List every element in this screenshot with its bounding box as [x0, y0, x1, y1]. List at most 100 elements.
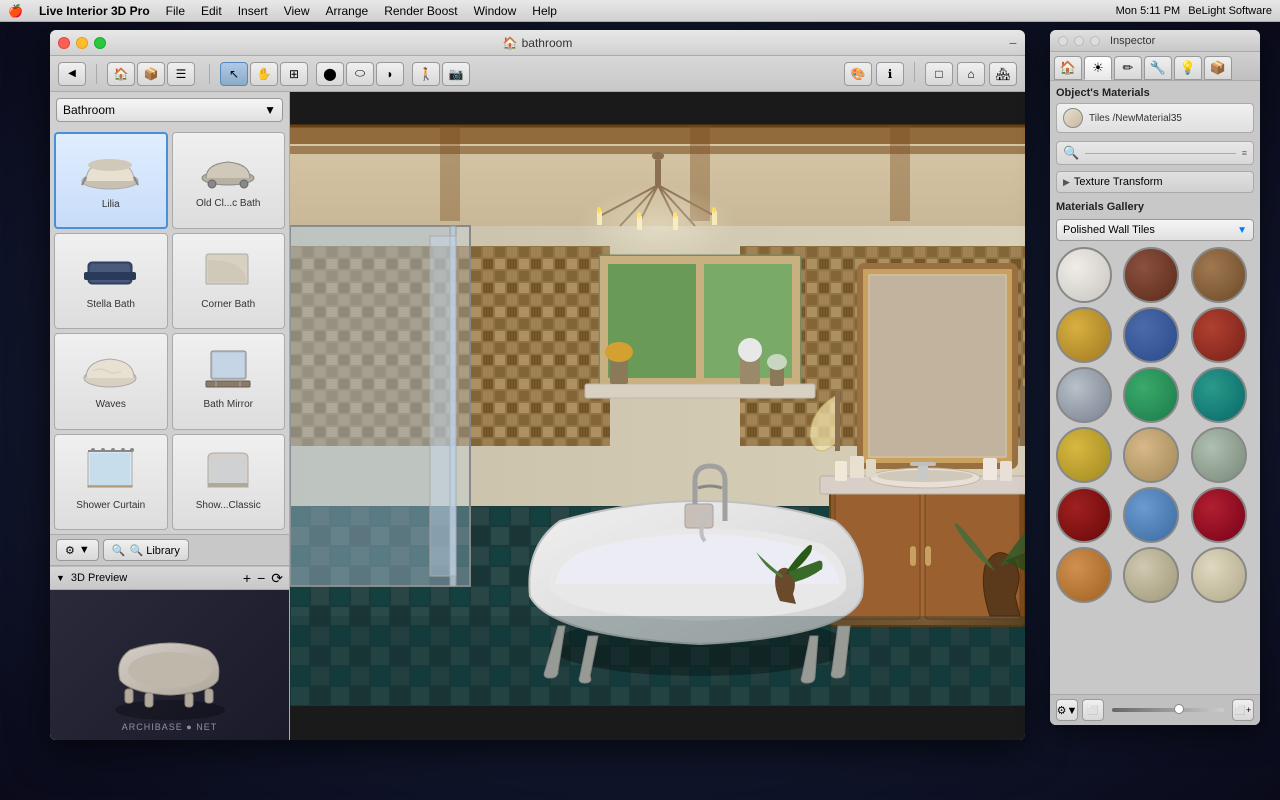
- swatch-15[interactable]: [1191, 487, 1247, 543]
- zoom-in-btn[interactable]: +: [243, 570, 251, 587]
- toolbar-pan-btn[interactable]: ✋: [250, 62, 278, 86]
- item-show-classic[interactable]: Show...Classic: [172, 434, 286, 531]
- inspector-tab-box[interactable]: 📦: [1204, 56, 1232, 80]
- minimize-button[interactable]: [76, 37, 88, 49]
- toolbar-2d-btn[interactable]: □: [925, 62, 953, 86]
- library-btn[interactable]: 🔍 🔍 Library: [103, 539, 189, 561]
- inspector-settings-btn[interactable]: ⚙▼: [1056, 699, 1078, 721]
- app-name[interactable]: Live Interior 3D Pro: [39, 4, 150, 18]
- left-panel-bottom: ⚙ ▼ 🔍 🔍 Library: [50, 534, 289, 565]
- item-lilia[interactable]: Lilia: [54, 132, 168, 229]
- inspector-expand-btn[interactable]: ⬜+: [1232, 699, 1254, 721]
- close-button[interactable]: [58, 37, 70, 49]
- more-options-btn[interactable]: ≡: [1240, 146, 1249, 160]
- swatch-10[interactable]: [1056, 427, 1112, 483]
- swatch-14[interactable]: [1123, 487, 1179, 543]
- preview-header[interactable]: ▼ 3D Preview + − ⟳: [50, 566, 289, 590]
- toolbar-select-btn[interactable]: ↖: [220, 62, 248, 86]
- toolbar-obj-btn[interactable]: 📦: [137, 62, 165, 86]
- toolbar-render-btn[interactable]: 🎨: [844, 62, 872, 86]
- item-shower-curtain-thumbnail: [76, 441, 146, 496]
- zoom-out-btn[interactable]: −: [257, 570, 265, 587]
- item-show-classic-thumbnail: [193, 441, 263, 496]
- swatch-6[interactable]: [1191, 307, 1247, 363]
- swatch-16[interactable]: [1056, 547, 1112, 603]
- swatch-1[interactable]: [1056, 247, 1112, 303]
- toolbar-draw-group: ⬤ ⬭ ◗: [316, 62, 404, 86]
- inspector-tab-settings[interactable]: 🔧: [1144, 56, 1172, 80]
- menubar: 🍎 Live Interior 3D Pro File Edit Insert …: [0, 0, 1280, 22]
- main-3d-view[interactable]: [290, 92, 1025, 740]
- item-corner-bath[interactable]: Corner Bath: [172, 233, 286, 330]
- swatch-3[interactable]: [1191, 247, 1247, 303]
- inspector-panel: Inspector 🏠 ☀ ✏ 🔧 💡 📦 Object's Materials…: [1050, 30, 1260, 725]
- inspector-tab-material[interactable]: ☀: [1084, 56, 1112, 80]
- menu-renderbost[interactable]: Render Boost: [384, 4, 457, 18]
- toolbar-oval-btn[interactable]: ⬭: [346, 62, 374, 86]
- inspector-close[interactable]: [1058, 36, 1068, 46]
- settings-btn[interactable]: ⚙ ▼: [56, 539, 99, 561]
- texture-transform[interactable]: ▶ Texture Transform: [1056, 171, 1254, 193]
- swatch-13[interactable]: [1056, 487, 1112, 543]
- menu-edit[interactable]: Edit: [201, 4, 222, 18]
- toolbar-3d-btn[interactable]: 🏘: [989, 62, 1017, 86]
- inspector-thumbnail-btn[interactable]: ⬜: [1082, 699, 1104, 721]
- toolbar-half-btn[interactable]: ◗: [376, 62, 404, 86]
- gallery-dropdown[interactable]: Polished Wall Tiles ▼: [1056, 219, 1254, 241]
- inspector-min[interactable]: [1074, 36, 1084, 46]
- menu-arrange[interactable]: Arrange: [326, 4, 369, 18]
- material-current[interactable]: Tiles /NewMaterial35: [1056, 103, 1254, 133]
- toolbar: ◀ 🏠 📦 ☰ ↖ ✋ ⊞ ⬤ ⬭ ◗ 🚶 📷 🎨 ℹ □ ⌂ 🏘: [50, 56, 1025, 92]
- inspector-tab-light[interactable]: 💡: [1174, 56, 1202, 80]
- menu-window[interactable]: Window: [474, 4, 517, 18]
- item-bath-mirror[interactable]: Bath Mirror: [172, 333, 286, 430]
- window-resize-btn[interactable]: −: [1009, 35, 1017, 51]
- toolbar-iso-btn[interactable]: ⌂: [957, 62, 985, 86]
- swatch-12[interactable]: [1191, 427, 1247, 483]
- maximize-button[interactable]: [94, 37, 106, 49]
- menubar-right: Mon 5:11 PM BeLight Software: [1116, 5, 1272, 17]
- reset-view-btn[interactable]: ⟳: [271, 570, 283, 587]
- inspector-tab-edit[interactable]: ✏: [1114, 56, 1142, 80]
- menu-file[interactable]: File: [166, 4, 185, 18]
- window-title-icon: 🏠: [503, 36, 518, 50]
- toolbar-right: 🎨 ℹ □ ⌂ 🏘: [844, 62, 1017, 86]
- eyedropper-icon[interactable]: 🔍: [1061, 143, 1081, 163]
- inspector-tab-home[interactable]: 🏠: [1054, 56, 1082, 80]
- menu-view[interactable]: View: [284, 4, 310, 18]
- swatch-4[interactable]: [1056, 307, 1112, 363]
- item-waves[interactable]: Waves: [54, 333, 168, 430]
- swatch-5[interactable]: [1123, 307, 1179, 363]
- swatch-8[interactable]: [1123, 367, 1179, 423]
- toolbar-floor-btn[interactable]: 🏠: [107, 62, 135, 86]
- main-window: 🏠 bathroom − ◀ 🏠 📦 ☰ ↖ ✋ ⊞ ⬤ ⬭ ◗ 🚶 📷 🎨: [50, 30, 1025, 740]
- swatch-2[interactable]: [1123, 247, 1179, 303]
- apple-menu[interactable]: 🍎: [8, 4, 23, 18]
- menu-insert[interactable]: Insert: [238, 4, 268, 18]
- swatch-17[interactable]: [1123, 547, 1179, 603]
- item-old-bath[interactable]: Old Cl...c Bath: [172, 132, 286, 229]
- left-panel: Bathroom ▼ Lilia: [50, 92, 290, 740]
- toolbar-circle-btn[interactable]: ⬤: [316, 62, 344, 86]
- menu-help[interactable]: Help: [532, 4, 557, 18]
- gallery-grid: [1056, 247, 1254, 603]
- swatch-7[interactable]: [1056, 367, 1112, 423]
- category-dropdown[interactable]: Bathroom ▼: [56, 98, 283, 122]
- swatch-18[interactable]: [1191, 547, 1247, 603]
- inspector-max[interactable]: [1090, 36, 1100, 46]
- item-old-bath-thumbnail: [193, 139, 263, 194]
- toolbar-camera-btn[interactable]: 📷: [442, 62, 470, 86]
- inspector-zoom-slider[interactable]: [1112, 708, 1224, 712]
- toolbar-list-btn[interactable]: ☰: [167, 62, 195, 86]
- toolbar-back-btn[interactable]: ◀: [58, 62, 86, 86]
- inspector-slider-thumb[interactable]: [1174, 704, 1184, 714]
- preview-section: ▼ 3D Preview + − ⟳: [50, 565, 289, 740]
- item-stella-bath[interactable]: Stella Bath: [54, 233, 168, 330]
- toolbar-info-btn[interactable]: ℹ: [876, 62, 904, 86]
- item-bath-mirror-label: Bath Mirror: [204, 399, 253, 411]
- item-shower-curtain[interactable]: Shower Curtain: [54, 434, 168, 531]
- swatch-11[interactable]: [1123, 427, 1179, 483]
- toolbar-room-btn[interactable]: ⊞: [280, 62, 308, 86]
- swatch-9[interactable]: [1191, 367, 1247, 423]
- toolbar-walk-btn[interactable]: 🚶: [412, 62, 440, 86]
